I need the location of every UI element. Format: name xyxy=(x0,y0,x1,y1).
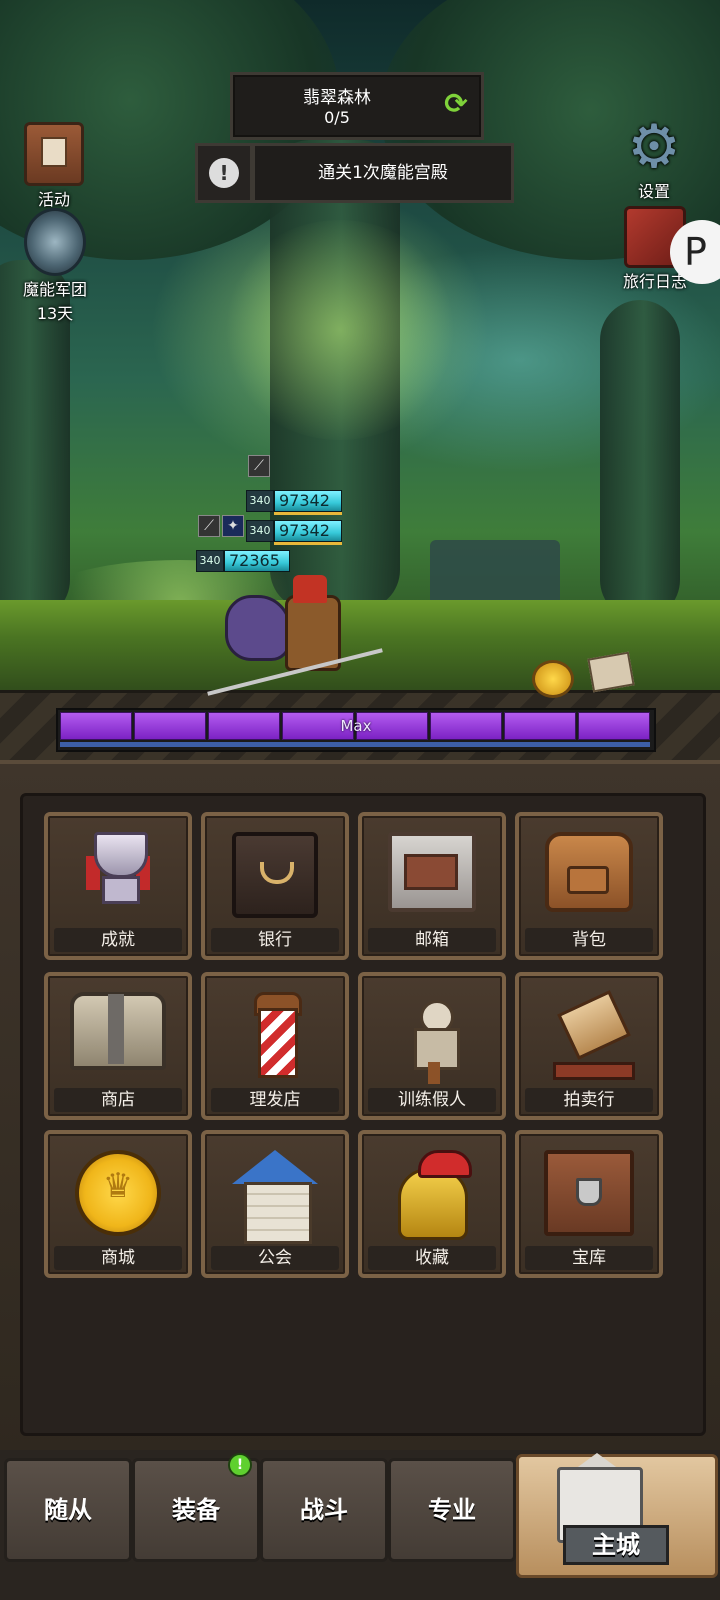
training-dummy-icon xyxy=(392,992,472,1084)
vault-tile[interactable]: 宝库 xyxy=(515,1130,663,1278)
dark-skill-icon: ✦ xyxy=(222,515,244,537)
unit-hp-row: 340 72365 xyxy=(196,550,290,572)
gear-icon: ⚙ xyxy=(627,112,681,182)
guild-house-icon xyxy=(232,1150,318,1244)
sub-progress xyxy=(60,742,650,747)
collection-tile[interactable]: 收藏 xyxy=(358,1130,506,1278)
legion-emblem-icon xyxy=(24,208,86,276)
zone-progress: 0/5 xyxy=(324,108,350,127)
mailbox-icon xyxy=(388,832,476,912)
quest-alert-button[interactable]: ! xyxy=(195,143,253,203)
unit-level: 340 xyxy=(196,550,224,572)
notification-dot: ! xyxy=(228,1453,252,1477)
guild-tile[interactable]: 公会 xyxy=(201,1130,349,1278)
training-dummy-tile[interactable]: 训练假人 xyxy=(358,972,506,1120)
tile-label: 收藏 xyxy=(368,1246,496,1270)
events-label: 活动 xyxy=(37,190,70,209)
tile-label: 银行 xyxy=(211,928,339,952)
main-city-label: 主城 xyxy=(563,1525,669,1565)
backpack-icon xyxy=(545,832,633,912)
unit-hp-row: 340 97342 xyxy=(246,520,342,542)
vault-icon xyxy=(544,1150,634,1236)
zone-panel[interactable]: 翡翠森林 0/5 ⟳ xyxy=(230,72,484,140)
shop-tile[interactable]: 商店 xyxy=(44,972,192,1120)
tile-label: 商城 xyxy=(54,1246,182,1270)
tab-main-city[interactable]: 主城 xyxy=(516,1453,718,1578)
bottom-nav: 随从 装备 战斗 专业 主城 xyxy=(0,1450,720,1600)
bank-tile[interactable]: 银行 xyxy=(201,812,349,960)
legion-timer: 13天 xyxy=(36,304,74,323)
tab-followers[interactable]: 随从 xyxy=(4,1458,132,1562)
barber-tile[interactable]: 理发店 xyxy=(201,972,349,1120)
safe-icon xyxy=(232,832,318,918)
tab-battle[interactable]: 战斗 xyxy=(260,1458,388,1562)
claw-skill-icon: ⟋ xyxy=(248,455,270,477)
tile-label: 商店 xyxy=(54,1088,182,1112)
unit-hp: 72365 xyxy=(224,550,290,572)
hero-helmet xyxy=(293,575,327,603)
tile-label: 成就 xyxy=(54,928,182,952)
gavel-icon xyxy=(547,990,635,1080)
claw-skill-icon: ⟋ xyxy=(198,515,220,537)
tile-label: 背包 xyxy=(525,928,653,952)
barber-pole-icon xyxy=(250,992,302,1086)
helmet-icon xyxy=(392,1150,472,1240)
tile-label: 训练假人 xyxy=(368,1088,496,1112)
trophy-icon xyxy=(86,832,150,904)
tile-label: 拍卖行 xyxy=(525,1088,653,1112)
notice-board-icon xyxy=(24,122,84,186)
events-button[interactable]: 活动 xyxy=(14,122,94,210)
unit-hp: 97342 xyxy=(274,490,342,512)
experience-bar: Max xyxy=(56,708,656,752)
refresh-icon[interactable]: ⟳ xyxy=(441,89,471,119)
tile-label: 宝库 xyxy=(525,1246,653,1270)
tile-label: 公会 xyxy=(211,1246,339,1270)
unit-level: 340 xyxy=(246,490,274,512)
unit-hp: 97342 xyxy=(274,520,342,542)
chest-icon xyxy=(70,992,166,1070)
tree-trunk xyxy=(600,300,680,620)
tab-profession[interactable]: 专业 xyxy=(388,1458,516,1562)
legion-label: 魔能军团 xyxy=(22,280,87,299)
tile-label: 理发店 xyxy=(211,1088,339,1112)
exclamation-icon: ! xyxy=(209,158,239,188)
achievements-tile[interactable]: 成就 xyxy=(44,812,192,960)
light-glow xyxy=(220,220,460,440)
max-label: Max xyxy=(340,717,372,735)
quest-objective[interactable]: 通关1次魔能宫殿 xyxy=(252,143,514,203)
tile-label: 邮箱 xyxy=(368,928,496,952)
beast-companion xyxy=(225,595,291,661)
mailbox-tile[interactable]: 邮箱 xyxy=(358,812,506,960)
unit-hp-row: 340 97342 xyxy=(246,490,342,512)
gold-coin-icon xyxy=(75,1150,161,1236)
backpack-tile[interactable]: 背包 xyxy=(515,812,663,960)
dropped-coin-icon[interactable] xyxy=(532,660,574,698)
zone-name: 翡翠森林 xyxy=(303,88,371,108)
dropped-scroll-icon[interactable] xyxy=(587,651,635,693)
store-tile[interactable]: 商城 xyxy=(44,1130,192,1278)
legion-button[interactable]: 魔能军团 13天 xyxy=(10,208,100,324)
unit-level: 340 xyxy=(246,520,274,542)
auction-tile[interactable]: 拍卖行 xyxy=(515,972,663,1120)
hero-party-sprite xyxy=(205,575,385,696)
settings-label: 设置 xyxy=(637,182,670,201)
settings-button[interactable]: ⚙ 设置 xyxy=(614,116,694,202)
